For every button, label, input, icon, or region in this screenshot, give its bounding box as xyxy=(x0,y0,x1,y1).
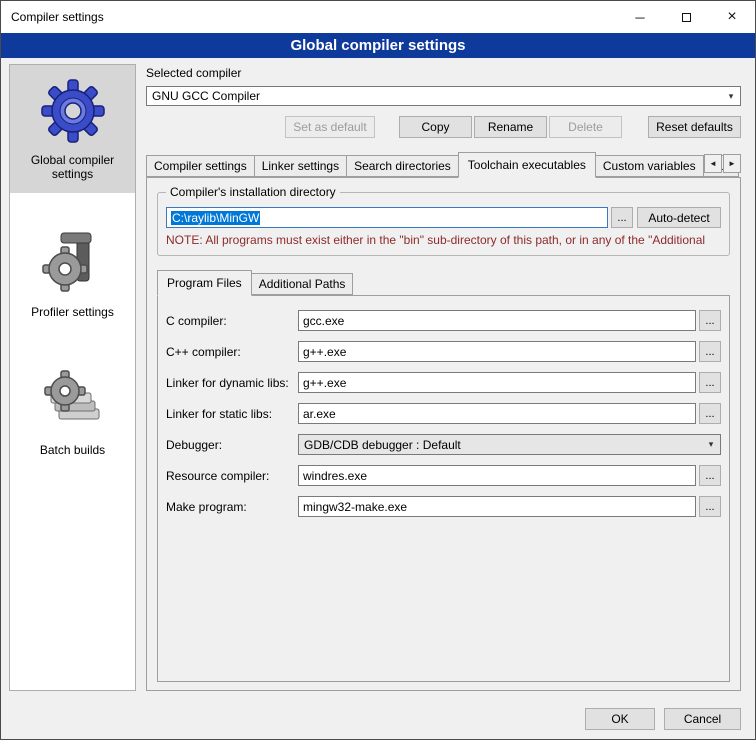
dialog-header-title: Global compiler settings xyxy=(1,33,755,58)
reset-defaults-button[interactable]: Reset defaults xyxy=(648,116,741,138)
batch-builds-icon xyxy=(38,369,108,433)
installation-directory-title: Compiler's installation directory xyxy=(166,185,340,199)
c-compiler-row: C compiler: gcc.exe ... xyxy=(166,310,721,331)
program-files-panel: C compiler: gcc.exe ... C++ compiler: g+… xyxy=(157,295,730,682)
selected-compiler-label: Selected compiler xyxy=(146,66,741,80)
make-program-browse-button[interactable]: ... xyxy=(699,496,721,517)
auto-detect-button[interactable]: Auto-detect xyxy=(637,207,721,228)
resource-compiler-browse-button[interactable]: ... xyxy=(699,465,721,486)
copy-button[interactable]: Copy xyxy=(399,116,472,138)
program-files-tabbar: Program Files Additional Paths xyxy=(157,270,730,295)
ok-button[interactable]: OK xyxy=(585,708,655,730)
dialog-body: Global compiler settings xyxy=(1,58,755,699)
titlebar: Compiler settings ─ × xyxy=(1,1,755,33)
tab-scroll-left-button[interactable]: ◄ xyxy=(704,154,722,173)
dynamic-linker-input[interactable]: g++.exe xyxy=(298,372,696,393)
chevron-down-icon: ▾ xyxy=(702,439,720,450)
debugger-dropdown[interactable]: GDB/CDB debugger : Default ▾ xyxy=(298,434,721,455)
sidebar-item-label: Global compiler settings xyxy=(14,153,131,181)
dynamic-linker-value: g++.exe xyxy=(303,376,346,390)
sidebar-item-batch-builds[interactable]: Batch builds xyxy=(10,355,135,469)
tab-linker-settings[interactable]: Linker settings xyxy=(254,155,347,177)
arrow-left-icon: ◄ xyxy=(709,159,717,168)
maximize-button[interactable] xyxy=(663,1,709,33)
resource-compiler-value: windres.exe xyxy=(303,469,367,483)
resource-compiler-label: Resource compiler: xyxy=(166,469,298,483)
window-title: Compiler settings xyxy=(1,10,617,24)
sidebar-item-profiler-settings[interactable]: Profiler settings xyxy=(10,217,135,331)
c-compiler-label: C compiler: xyxy=(166,314,298,328)
set-as-default-button[interactable]: Set as default xyxy=(285,116,375,138)
settings-category-sidebar: Global compiler settings xyxy=(9,64,136,691)
profiler-tool-icon xyxy=(38,231,108,295)
tab-custom-variables[interactable]: Custom variables xyxy=(595,155,704,177)
c-compiler-input[interactable]: gcc.exe xyxy=(298,310,696,331)
debugger-row: Debugger: GDB/CDB debugger : Default ▾ xyxy=(166,434,721,455)
make-program-label: Make program: xyxy=(166,500,298,514)
cpp-compiler-row: C++ compiler: g++.exe ... xyxy=(166,341,721,362)
tab-toolchain-executables[interactable]: Toolchain executables xyxy=(458,152,596,178)
resource-compiler-row: Resource compiler: windres.exe ... xyxy=(166,465,721,486)
compiler-settings-window: Compiler settings ─ × Global compiler se… xyxy=(0,0,756,740)
close-icon: × xyxy=(727,8,736,26)
browse-directory-button[interactable]: ... xyxy=(611,207,633,228)
sidebar-item-label: Batch builds xyxy=(40,443,105,457)
tab-scroll-right-button[interactable]: ► xyxy=(723,154,741,173)
tab-search-directories[interactable]: Search directories xyxy=(346,155,459,177)
selected-compiler-value: GNU GCC Compiler xyxy=(152,89,260,103)
make-program-value: mingw32-make.exe xyxy=(303,500,407,514)
installation-directory-groupbox: Compiler's installation directory C:\ray… xyxy=(157,192,730,256)
static-linker-value: ar.exe xyxy=(303,407,336,421)
main-panel: Selected compiler GNU GCC Compiler ▾ Set… xyxy=(146,64,747,691)
make-program-row: Make program: mingw32-make.exe ... xyxy=(166,496,721,517)
static-linker-browse-button[interactable]: ... xyxy=(699,403,721,424)
program-files-notebook: Program Files Additional Paths C compile… xyxy=(157,270,730,682)
cancel-button[interactable]: Cancel xyxy=(664,708,741,730)
installation-directory-value: C:\raylib\MinGW xyxy=(171,211,260,225)
blue-gear-icon xyxy=(38,79,108,143)
chevron-down-icon: ▾ xyxy=(722,91,740,102)
subtab-additional-paths[interactable]: Additional Paths xyxy=(251,273,354,295)
static-linker-row: Linker for static libs: ar.exe ... xyxy=(166,403,721,424)
installation-directory-row: C:\raylib\MinGW ... Auto-detect xyxy=(166,207,721,228)
dynamic-linker-label: Linker for dynamic libs: xyxy=(166,376,298,390)
bin-subdirectory-note: NOTE: All programs must exist either in … xyxy=(166,233,721,247)
dynamic-linker-browse-button[interactable]: ... xyxy=(699,372,721,393)
static-linker-input[interactable]: ar.exe xyxy=(298,403,696,424)
subtab-program-files[interactable]: Program Files xyxy=(157,270,252,296)
rename-button[interactable]: Rename xyxy=(474,116,547,138)
tab-scroll-buttons: ◄ ► xyxy=(703,154,741,173)
static-linker-label: Linker for static libs: xyxy=(166,407,298,421)
resource-compiler-input[interactable]: windres.exe xyxy=(298,465,696,486)
sidebar-item-label: Profiler settings xyxy=(31,305,114,319)
selected-compiler-dropdown[interactable]: GNU GCC Compiler ▾ xyxy=(146,86,741,106)
c-compiler-browse-button[interactable]: ... xyxy=(699,310,721,331)
maximize-icon xyxy=(682,13,691,22)
toolchain-executables-panel: Compiler's installation directory C:\ray… xyxy=(146,177,741,691)
compiler-actions-row: Set as default Copy Rename Delete Reset … xyxy=(146,116,741,138)
minimize-icon: ─ xyxy=(635,10,644,25)
cpp-compiler-browse-button[interactable]: ... xyxy=(699,341,721,362)
cpp-compiler-label: C++ compiler: xyxy=(166,345,298,359)
debugger-value: GDB/CDB debugger : Default xyxy=(304,438,461,452)
sidebar-item-global-compiler-settings[interactable]: Global compiler settings xyxy=(10,65,135,193)
dialog-footer: OK Cancel xyxy=(1,699,755,739)
settings-tabbar: Compiler settings Linker settings Search… xyxy=(146,152,741,177)
minimize-button[interactable]: ─ xyxy=(617,1,663,33)
close-button[interactable]: × xyxy=(709,1,755,33)
cpp-compiler-value: g++.exe xyxy=(303,345,346,359)
make-program-input[interactable]: mingw32-make.exe xyxy=(298,496,696,517)
tab-compiler-settings[interactable]: Compiler settings xyxy=(146,155,255,177)
debugger-label: Debugger: xyxy=(166,438,298,452)
cpp-compiler-input[interactable]: g++.exe xyxy=(298,341,696,362)
c-compiler-value: gcc.exe xyxy=(303,314,344,328)
arrow-right-icon: ► xyxy=(728,159,736,168)
dynamic-linker-row: Linker for dynamic libs: g++.exe ... xyxy=(166,372,721,393)
installation-directory-input[interactable]: C:\raylib\MinGW xyxy=(166,207,608,228)
delete-button[interactable]: Delete xyxy=(549,116,622,138)
